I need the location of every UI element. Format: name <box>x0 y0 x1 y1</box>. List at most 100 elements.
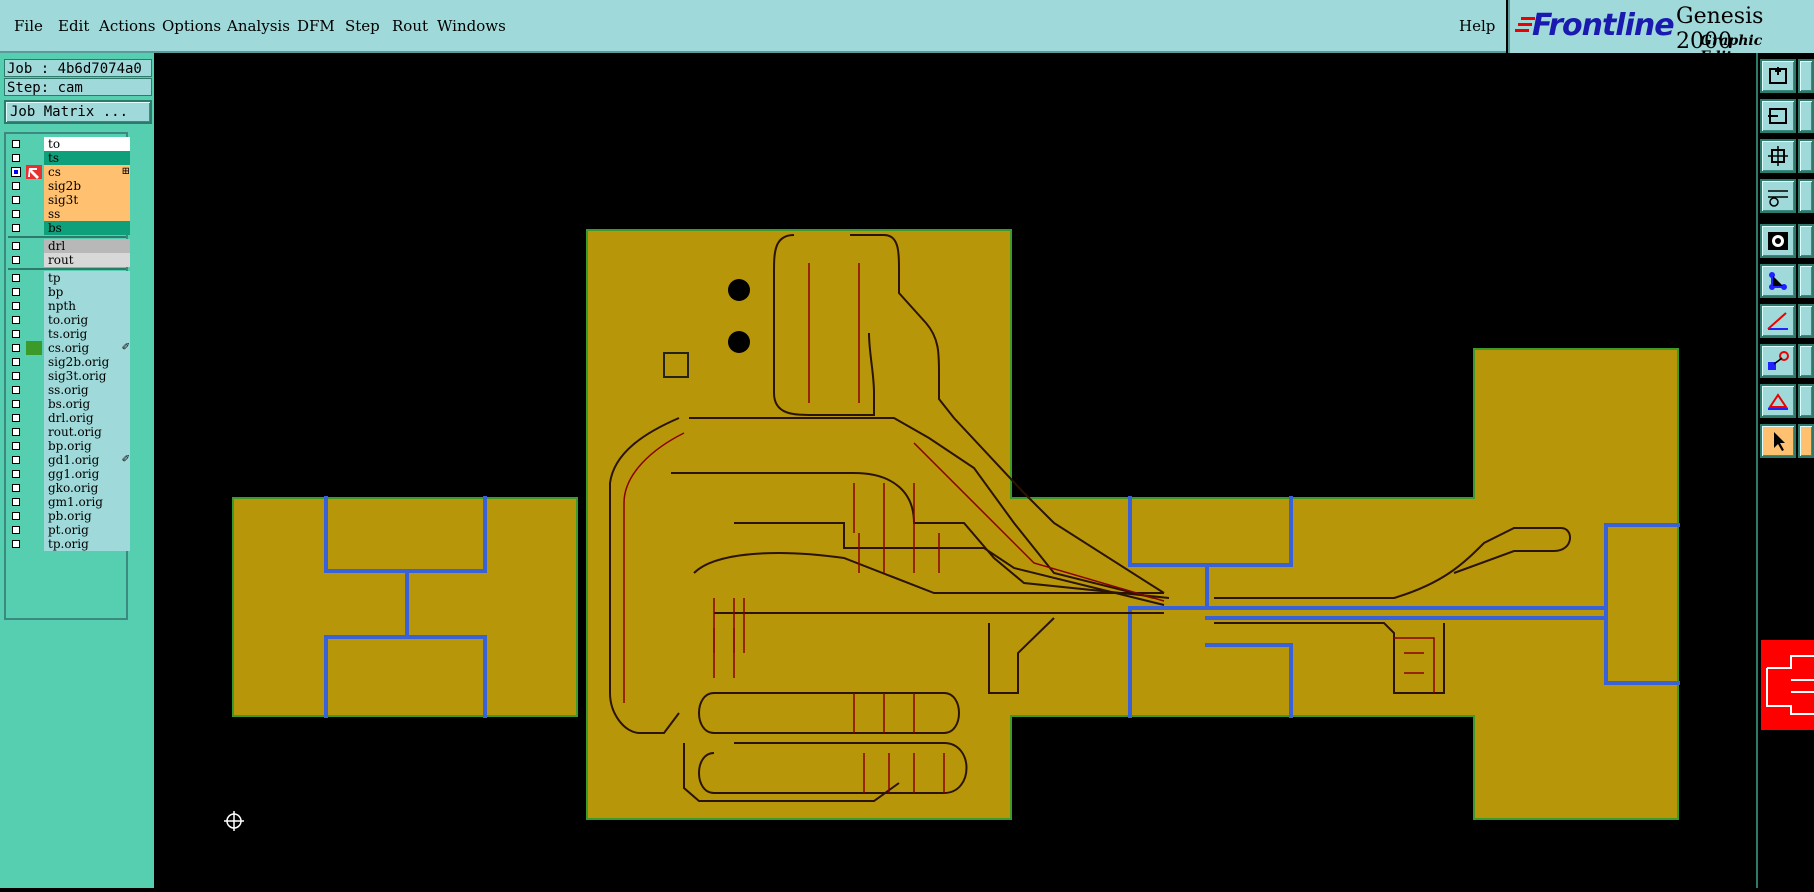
layer-name: gko.orig <box>44 481 130 495</box>
layer-visibility-checkbox[interactable] <box>12 274 20 282</box>
layer-visibility-checkbox[interactable] <box>12 288 20 296</box>
menu-edit[interactable]: Edit <box>58 17 89 35</box>
layer-name: bs.orig <box>44 397 130 411</box>
layer-row-to[interactable]: to <box>8 137 130 151</box>
layer-visibility-checkbox[interactable] <box>12 470 20 478</box>
connect-extra-icon[interactable] <box>1798 264 1814 298</box>
layer-visibility-checkbox[interactable] <box>12 224 20 232</box>
menu-file[interactable]: File <box>14 17 43 35</box>
layer-row-drl[interactable]: drl <box>8 239 130 253</box>
layer-visibility-checkbox[interactable] <box>12 182 20 190</box>
layer-row-rout-orig[interactable]: rout.orig <box>8 425 130 439</box>
menu-analysis[interactable]: Analysis <box>227 17 290 35</box>
zoom-fit-icon[interactable] <box>1760 139 1796 173</box>
menu-dfm[interactable]: DFM <box>297 17 335 35</box>
layer-visibility-checkbox[interactable] <box>12 414 20 422</box>
overview-map[interactable] <box>1761 640 1814 730</box>
layer-visibility-checkbox[interactable] <box>12 154 20 162</box>
layer-row-pb-orig[interactable]: pb.orig <box>8 509 130 523</box>
layer-visibility-checkbox[interactable] <box>12 302 20 310</box>
layer-row-sig2b[interactable]: sig2b <box>8 179 130 193</box>
layer-row-ts[interactable]: ts <box>8 151 130 165</box>
layer-visibility-checkbox[interactable] <box>12 456 20 464</box>
layer-row-cs-orig[interactable]: cs.orig ✐ <box>8 341 130 355</box>
layer-row-sig2b-orig[interactable]: sig2b.orig <box>8 355 130 369</box>
step-name: Step: cam <box>4 78 152 96</box>
layer-visibility-checkbox[interactable] <box>12 140 20 148</box>
layer-visibility-checkbox[interactable] <box>12 358 20 366</box>
layer-visibility-checkbox[interactable] <box>12 196 20 204</box>
menu-options[interactable]: Options <box>162 17 221 35</box>
zoom-home-extra-icon[interactable] <box>1798 59 1814 93</box>
layer-color-swatch <box>26 299 42 313</box>
menu-help[interactable]: Help <box>1459 17 1495 35</box>
menu-step[interactable]: Step <box>345 17 380 35</box>
layer-visibility-checkbox[interactable] <box>12 526 20 534</box>
layer-row-bp-orig[interactable]: bp.orig <box>8 439 130 453</box>
zoom-fit-extra-icon[interactable] <box>1798 139 1814 173</box>
connect-icon[interactable] <box>1760 264 1796 298</box>
menu-actions[interactable]: Actions <box>99 17 155 35</box>
layer-row-tp-orig[interactable]: tp.orig <box>8 537 130 551</box>
zoom-previous-extra-icon[interactable] <box>1798 99 1814 133</box>
layer-visibility-checkbox[interactable] <box>12 428 20 436</box>
layer-visibility-checkbox[interactable] <box>12 242 20 250</box>
layer-row-ts-orig[interactable]: ts.orig <box>8 327 130 341</box>
menu-windows[interactable]: Windows <box>437 17 506 35</box>
layer-visibility-checkbox[interactable] <box>12 330 20 338</box>
select-pointer-extra-icon[interactable] <box>1798 424 1814 458</box>
layer-visibility-checkbox[interactable] <box>12 400 20 408</box>
angle-extra-icon[interactable] <box>1798 304 1814 338</box>
measure-extra-icon[interactable] <box>1798 224 1814 258</box>
layer-row-sig3t[interactable]: sig3t <box>8 193 130 207</box>
graphic-canvas[interactable] <box>154 53 1754 888</box>
layer-row-cs[interactable]: cs ⊞ <box>8 165 130 179</box>
layer-group-divider <box>8 236 126 238</box>
layer-name: cs.orig ✐ <box>44 341 130 355</box>
layer-visibility-checkbox[interactable] <box>12 512 20 520</box>
layer-row-drl-orig[interactable]: drl.orig <box>8 411 130 425</box>
layer-visibility-checkbox[interactable] <box>12 372 20 380</box>
move-extra-icon[interactable] <box>1798 344 1814 378</box>
layer-row-gg1-orig[interactable]: gg1.orig <box>8 467 130 481</box>
layer-row-pt-orig[interactable]: pt.orig <box>8 523 130 537</box>
layer-row-bp[interactable]: bp <box>8 285 130 299</box>
layer-visibility-checkbox[interactable] <box>12 442 20 450</box>
layer-visibility-checkbox[interactable] <box>12 256 20 264</box>
layer-visibility-checkbox[interactable] <box>12 316 20 324</box>
angle-icon[interactable] <box>1760 304 1796 338</box>
layer-row-ss[interactable]: ss <box>8 207 130 221</box>
snap-settings-extra-icon[interactable] <box>1798 179 1814 213</box>
layer-row-ss-orig[interactable]: ss.orig <box>8 383 130 397</box>
layer-row-gm1-orig[interactable]: gm1.orig <box>8 495 130 509</box>
layer-visibility-checkbox[interactable] <box>12 386 20 394</box>
layer-visibility-checkbox[interactable] <box>12 344 20 352</box>
zoom-previous-icon[interactable] <box>1760 99 1796 133</box>
job-matrix-button[interactable]: Job Matrix ... <box>4 100 152 124</box>
layer-row-bs-orig[interactable]: bs.orig <box>8 397 130 411</box>
layer-visibility-checkbox[interactable] <box>12 210 20 218</box>
layer-row-sig3t-orig[interactable]: sig3t.orig <box>8 369 130 383</box>
layer-row-tp[interactable]: tp <box>8 271 130 285</box>
layer-visibility-checkbox[interactable] <box>12 540 20 548</box>
zoom-home-icon[interactable] <box>1760 59 1796 93</box>
layer-row-gko-orig[interactable]: gko.orig <box>8 481 130 495</box>
layer-row-rout[interactable]: rout <box>8 253 130 267</box>
layer-color-swatch <box>26 327 42 341</box>
layer-row-to-orig[interactable]: to.orig <box>8 313 130 327</box>
select-pointer-icon[interactable] <box>1760 424 1796 458</box>
menu-bar: File Edit Actions Options Analysis DFM S… <box>0 0 1506 53</box>
layer-visibility-checkbox[interactable] <box>11 167 21 177</box>
layer-row-bs[interactable]: bs <box>8 221 130 235</box>
move-icon[interactable] <box>1760 344 1796 378</box>
snap-settings-icon[interactable] <box>1760 179 1796 213</box>
triangle-extra-icon[interactable] <box>1798 384 1814 418</box>
layer-visibility-checkbox[interactable] <box>12 498 20 506</box>
layer-row-npth[interactable]: npth <box>8 299 130 313</box>
layer-visibility-checkbox[interactable] <box>12 484 20 492</box>
layer-row-gd1-orig[interactable]: gd1.orig ✐ <box>8 453 130 467</box>
menu-rout[interactable]: Rout <box>392 17 428 35</box>
layer-color-swatch <box>26 453 42 467</box>
triangle-icon[interactable] <box>1760 384 1796 418</box>
measure-icon[interactable] <box>1760 224 1796 258</box>
